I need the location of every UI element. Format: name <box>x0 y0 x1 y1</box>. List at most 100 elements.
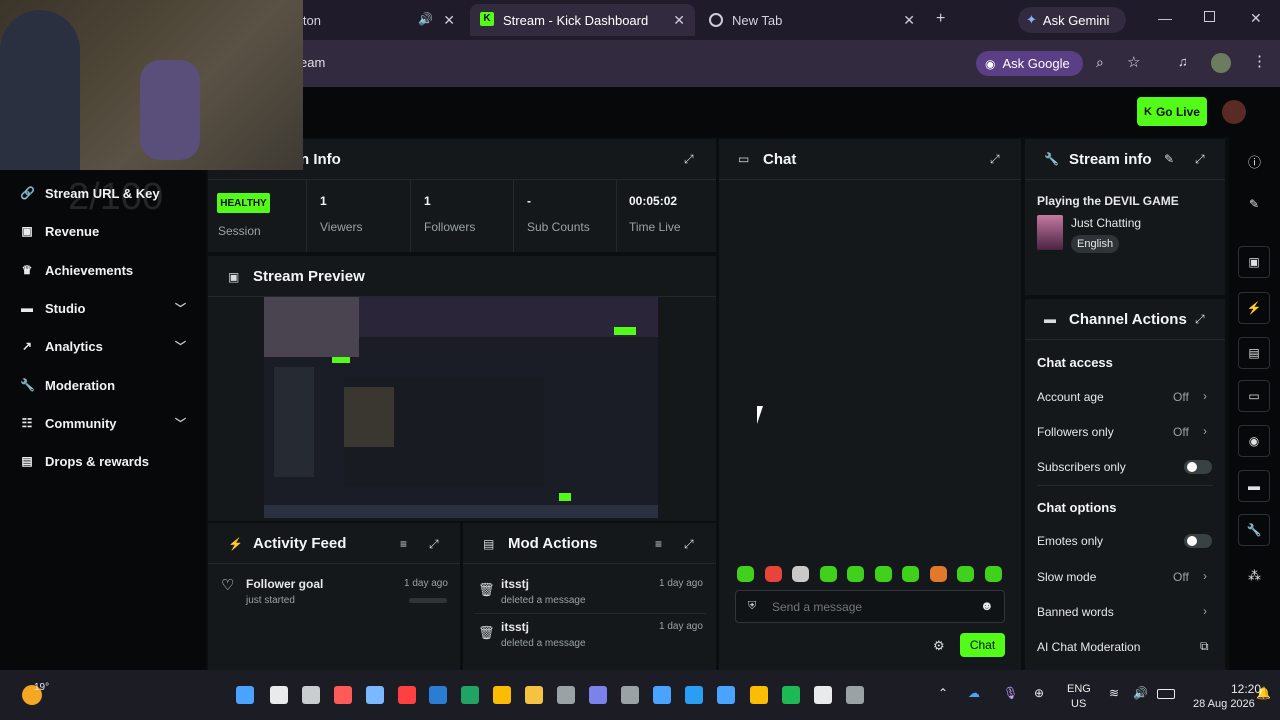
new-tab-plus-icon[interactable]: + <box>936 10 945 28</box>
chat-input-box[interactable]: ⛨ ☻ <box>735 590 1005 623</box>
rail-preview-button[interactable]: ▣ <box>1238 246 1270 278</box>
emote-icon[interactable] <box>737 566 754 582</box>
task-view-icon[interactable] <box>302 686 320 704</box>
chrome-active-icon[interactable] <box>750 686 768 704</box>
app-icon[interactable] <box>398 686 416 704</box>
ai-chat-moderation-row[interactable]: AI Chat Moderation ⧉ <box>1025 635 1225 659</box>
sidebar-item-community[interactable]: ☷ Community ﹀ <box>20 411 190 435</box>
expand-icon[interactable]: ⤢ <box>1195 152 1205 167</box>
rail-channel-button[interactable]: ▬ <box>1238 470 1270 502</box>
emoji-icon[interactable]: ☻ <box>980 598 994 613</box>
slow-mode-row[interactable]: Slow mode Off › <box>1025 565 1225 589</box>
followers-only-row[interactable]: Followers only Off › <box>1025 420 1225 444</box>
rail-edit-button[interactable]: ✎ <box>1238 188 1270 220</box>
banned-words-row[interactable]: Banned words › <box>1025 600 1225 624</box>
rail-tools-button[interactable]: 🔧 <box>1238 514 1270 546</box>
subscribers-only-toggle[interactable] <box>1184 460 1212 474</box>
app-icon[interactable] <box>334 686 352 704</box>
sidebar-item-achievements[interactable]: ♛ Achievements <box>20 258 190 282</box>
battery-icon[interactable] <box>1157 689 1175 699</box>
close-tab-icon[interactable]: ✕ <box>903 12 915 29</box>
app-icon[interactable] <box>814 686 832 704</box>
sidebar-item-analytics[interactable]: ↗ Analytics ﹀ <box>20 334 190 358</box>
bookmark-star-icon[interactable]: ☆ <box>1127 53 1140 71</box>
chat-message-input[interactable] <box>772 597 972 617</box>
emote-icon[interactable] <box>929 566 947 582</box>
emote-icon[interactable] <box>874 566 892 582</box>
onedrive-icon[interactable]: ☁ <box>968 686 980 700</box>
calculator-icon[interactable] <box>557 686 575 704</box>
mod-action-user[interactable]: itsstj <box>501 620 529 634</box>
expand-icon[interactable]: ⤢ <box>684 152 694 167</box>
emote-icon[interactable] <box>764 566 782 582</box>
rail-activity-button[interactable]: ⚡ <box>1238 292 1270 324</box>
copilot-icon[interactable] <box>366 686 384 704</box>
expand-icon[interactable]: ⤢ <box>990 152 1000 167</box>
info-icon[interactable]: ⓘ <box>1248 152 1261 171</box>
microphone-icon[interactable]: 🎙 <box>1003 686 1018 700</box>
ask-google-button[interactable]: ◉ Ask Google <box>976 51 1083 76</box>
profile-avatar[interactable] <box>1211 53 1231 73</box>
expand-icon[interactable]: ⤢ <box>684 537 694 552</box>
app-icon[interactable] <box>846 686 864 704</box>
close-tab-icon[interactable]: ✕ <box>443 12 455 29</box>
stream-preview-video[interactable] <box>264 297 658 518</box>
browser-menu-icon[interactable]: ⋮ <box>1252 52 1267 70</box>
ask-gemini-button[interactable]: ✦ Ask Gemini <box>1018 7 1126 33</box>
category-name[interactable]: Just Chatting <box>1071 216 1141 230</box>
mod-action-user[interactable]: itsstj <box>501 577 529 591</box>
language-top[interactable]: ENG <box>1067 683 1091 695</box>
emotes-only-toggle[interactable] <box>1184 534 1212 548</box>
user-avatar[interactable] <box>1222 100 1246 124</box>
apps-icon[interactable]: ⁂ <box>1248 568 1261 584</box>
address-bar-input[interactable]: eam <box>300 55 325 70</box>
filter-icon[interactable]: ≡ <box>655 537 662 551</box>
taskbar-search-icon[interactable] <box>270 686 288 704</box>
excel-icon[interactable] <box>461 686 479 704</box>
go-live-button[interactable]: K Go Live <box>1137 97 1207 126</box>
app-icon[interactable] <box>621 686 639 704</box>
windows-start-icon[interactable] <box>236 686 254 704</box>
volume-icon[interactable]: 🔊 <box>1133 686 1148 700</box>
sidebar-item-moderation[interactable]: 🔧 Moderation <box>20 373 190 397</box>
account-age-row[interactable]: Account age Off › <box>1025 385 1225 409</box>
browser-tab-3[interactable]: New Tab ✕ <box>700 4 925 36</box>
location-icon[interactable]: ⊕ <box>1034 686 1044 700</box>
chat-send-button[interactable]: Chat <box>960 633 1005 657</box>
rail-record-button[interactable]: ◉ <box>1238 425 1270 457</box>
close-tab-icon[interactable]: ✕ <box>673 12 685 29</box>
emote-icon[interactable] <box>847 566 864 582</box>
chevron-up-icon[interactable]: ⌃ <box>938 686 948 700</box>
app-icon[interactable] <box>717 686 735 704</box>
browser-tab-2-active[interactable]: K Stream - Kick Dashboard ✕ <box>470 4 695 36</box>
wifi-icon[interactable]: ≋ <box>1109 686 1119 700</box>
sidebar-item-revenue[interactable]: ▣ Revenue <box>20 219 190 243</box>
search-icon[interactable]: ⌕ <box>1096 54 1104 71</box>
window-close-icon[interactable]: ✕ <box>1250 10 1262 27</box>
app-icon[interactable] <box>653 686 671 704</box>
filter-icon[interactable]: ≡ <box>400 537 407 551</box>
chrome-icon[interactable] <box>493 686 511 704</box>
file-explorer-icon[interactable] <box>525 686 543 704</box>
vscode-icon[interactable] <box>685 686 703 704</box>
sidebar-item-drops-rewards[interactable]: ▤ Drops & rewards <box>20 449 190 473</box>
speaker-icon[interactable]: 🔊 <box>418 12 433 26</box>
emote-icon[interactable] <box>792 566 809 582</box>
media-controls-icon[interactable]: ♫ <box>1178 54 1188 69</box>
expand-icon[interactable]: ⤢ <box>1195 312 1205 327</box>
emote-icon[interactable] <box>957 566 974 582</box>
emote-icon[interactable] <box>902 566 919 582</box>
minimize-icon[interactable]: — <box>1158 10 1172 26</box>
outlook-icon[interactable] <box>429 686 447 704</box>
expand-icon[interactable]: ⤢ <box>429 537 439 552</box>
chat-settings-gear-icon[interactable]: ⚙ <box>933 638 945 654</box>
notification-bell-icon[interactable]: 🔔 <box>1256 686 1271 700</box>
rail-mod-actions-button[interactable]: ▤ <box>1238 337 1270 369</box>
spotify-icon[interactable] <box>782 686 800 704</box>
sidebar-item-studio[interactable]: ▬ Studio ﹀ <box>20 296 190 320</box>
teams-icon[interactable] <box>589 686 607 704</box>
emote-icon[interactable] <box>819 566 837 582</box>
maximize-icon[interactable] <box>1204 11 1215 22</box>
rail-chat-button[interactable]: ▭ <box>1238 380 1270 412</box>
emote-icon[interactable] <box>984 566 1002 582</box>
